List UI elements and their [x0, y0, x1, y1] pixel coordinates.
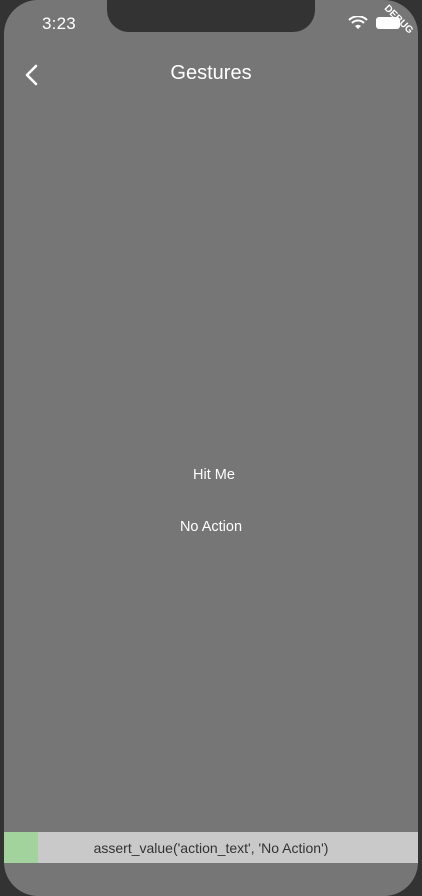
action-text: No Action: [179, 519, 243, 535]
device-frame: 3:23 DEBUG Gestures Hit Me No Action ass…: [0, 0, 422, 896]
wifi-icon: [348, 16, 368, 29]
hit-me-button[interactable]: Hit Me: [154, 458, 274, 492]
page-title: Gestures: [170, 62, 252, 84]
debug-banner: DEBUG: [381, 2, 416, 37]
notch: [107, 0, 315, 32]
status-time: 3:23: [42, 14, 76, 33]
app-screen: 3:23 DEBUG Gestures Hit Me No Action: [4, 0, 418, 896]
assert-bar: assert_value('action_text', 'No Action'): [4, 832, 418, 863]
assert-text: assert_value('action_text', 'No Action'): [93, 840, 329, 856]
hit-me-label: Hit Me: [193, 467, 235, 483]
